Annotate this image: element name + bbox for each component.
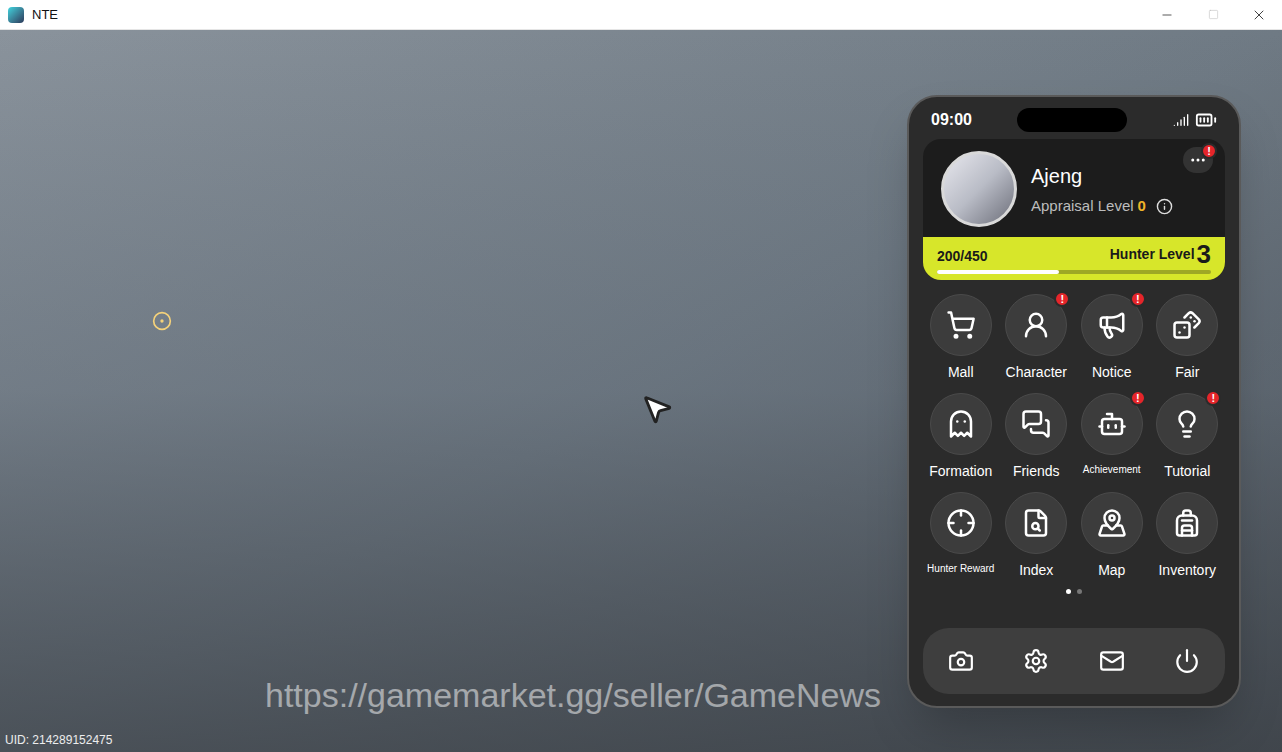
clock: 09:00	[931, 108, 972, 132]
crosshair-icon	[946, 508, 976, 538]
status-bar: 09:00	[923, 105, 1225, 135]
profile-card[interactable]: Ajeng Appraisal Level0! 200/450 Hunter Leve…	[923, 139, 1225, 280]
app-label: Map	[1098, 560, 1125, 581]
xp-text: 200/450	[937, 246, 988, 267]
appraisal-label: Appraisal Level	[1031, 195, 1134, 218]
app-label: Notice	[1092, 362, 1132, 383]
alert-badge: !	[1201, 143, 1217, 159]
app-label: Tutorial	[1164, 461, 1210, 482]
dock-button[interactable]	[1090, 639, 1134, 683]
app-label: Index	[1019, 560, 1053, 581]
signal-icon	[1173, 112, 1189, 128]
page-dot[interactable]	[1066, 589, 1071, 594]
app-button[interactable]: Inventory	[1150, 492, 1226, 581]
hunter-level-label: Hunter Level	[1110, 244, 1195, 267]
page-dot[interactable]	[1077, 589, 1082, 594]
dock-button[interactable]	[939, 639, 983, 683]
page-indicator	[923, 589, 1225, 594]
dock-button[interactable]	[1014, 639, 1058, 683]
app-button[interactable]: ! Notice	[1074, 294, 1150, 383]
app-label: Hunter Reward	[927, 560, 994, 577]
app-button[interactable]: Formation	[923, 393, 999, 482]
window-title: NTE	[32, 5, 58, 25]
app-label: Fair	[1175, 362, 1199, 383]
megaphone-icon	[1097, 310, 1127, 340]
hunter-level-bar: 200/450 Hunter Level3	[923, 237, 1225, 280]
app-label: Formation	[929, 461, 992, 482]
app-button[interactable]: Mall	[923, 294, 999, 383]
hunter-level-value: 3	[1197, 241, 1211, 267]
notch	[1017, 108, 1127, 132]
file-search-icon	[1021, 508, 1051, 538]
app-button[interactable]: Map	[1074, 492, 1150, 581]
minimize-button[interactable]	[1144, 0, 1190, 29]
watermark: https://gamemarket.gg/seller/GameNews	[265, 670, 881, 721]
avatar	[941, 151, 1017, 227]
appraisal-level: 0	[1138, 195, 1146, 218]
app-button[interactable]: Friends	[999, 393, 1075, 482]
app-label: Inventory	[1158, 560, 1216, 581]
ghost-icon	[946, 409, 976, 439]
app-window: NTE https://gamemarket.gg/seller/GameNews…	[0, 0, 1282, 752]
alert-badge: !	[1130, 390, 1146, 406]
robot-icon	[1097, 409, 1127, 439]
app-button[interactable]: ! Character	[999, 294, 1075, 383]
waypoint-icon	[152, 311, 172, 331]
character-icon	[1021, 310, 1051, 340]
info-icon[interactable]	[1156, 198, 1173, 215]
backpack-icon	[1172, 508, 1202, 538]
camera-icon	[948, 648, 974, 674]
app-label: Achievement	[1083, 461, 1141, 478]
uid-label: UID: 214289152475	[5, 731, 112, 749]
more-button[interactable]: !	[1183, 147, 1213, 173]
minimize-icon	[1160, 8, 1174, 22]
mail-icon	[1099, 648, 1125, 674]
dock	[923, 628, 1225, 694]
game-scene[interactable]: https://gamemarket.gg/seller/GameNews UID…	[0, 30, 1282, 752]
alert-badge: !	[1205, 390, 1221, 406]
app-logo-icon	[8, 7, 24, 23]
app-button[interactable]: Hunter Reward	[923, 492, 999, 581]
dock-button[interactable]	[1165, 639, 1209, 683]
maximize-icon	[1208, 9, 1219, 20]
xp-track	[937, 270, 1211, 274]
chat-icon	[1021, 409, 1051, 439]
alert-badge: !	[1130, 291, 1146, 307]
player-name: Ajeng	[1031, 161, 1173, 191]
maximize-button[interactable]	[1190, 0, 1236, 29]
map-pin-icon	[1097, 508, 1127, 538]
title-bar: NTE	[0, 0, 1282, 30]
lightbulb-icon	[1172, 409, 1202, 439]
close-icon	[1251, 7, 1267, 23]
app-label: Friends	[1013, 461, 1060, 482]
cursor-icon	[640, 392, 674, 426]
gear-icon	[1023, 648, 1049, 674]
phone-menu: 09:00 Ajeng Appraisal Level0! 200/450 Hunter…	[907, 95, 1241, 708]
power-icon	[1174, 648, 1200, 674]
cart-icon	[946, 310, 976, 340]
xp-fill	[937, 270, 1059, 274]
app-button[interactable]: Index	[999, 492, 1075, 581]
app-label: Mall	[948, 362, 974, 383]
app-button[interactable]: Fair	[1150, 294, 1226, 383]
close-button[interactable]	[1236, 0, 1282, 29]
app-button[interactable]: ! Tutorial	[1150, 393, 1226, 482]
alert-badge: !	[1054, 291, 1070, 307]
dice-icon	[1172, 310, 1202, 340]
app-label: Character	[1006, 362, 1067, 383]
app-grid: Mall! Character! Notice Fair Formation Friend…	[923, 294, 1225, 581]
app-button[interactable]: ! Achievement	[1074, 393, 1150, 482]
battery-icon	[1195, 109, 1217, 131]
